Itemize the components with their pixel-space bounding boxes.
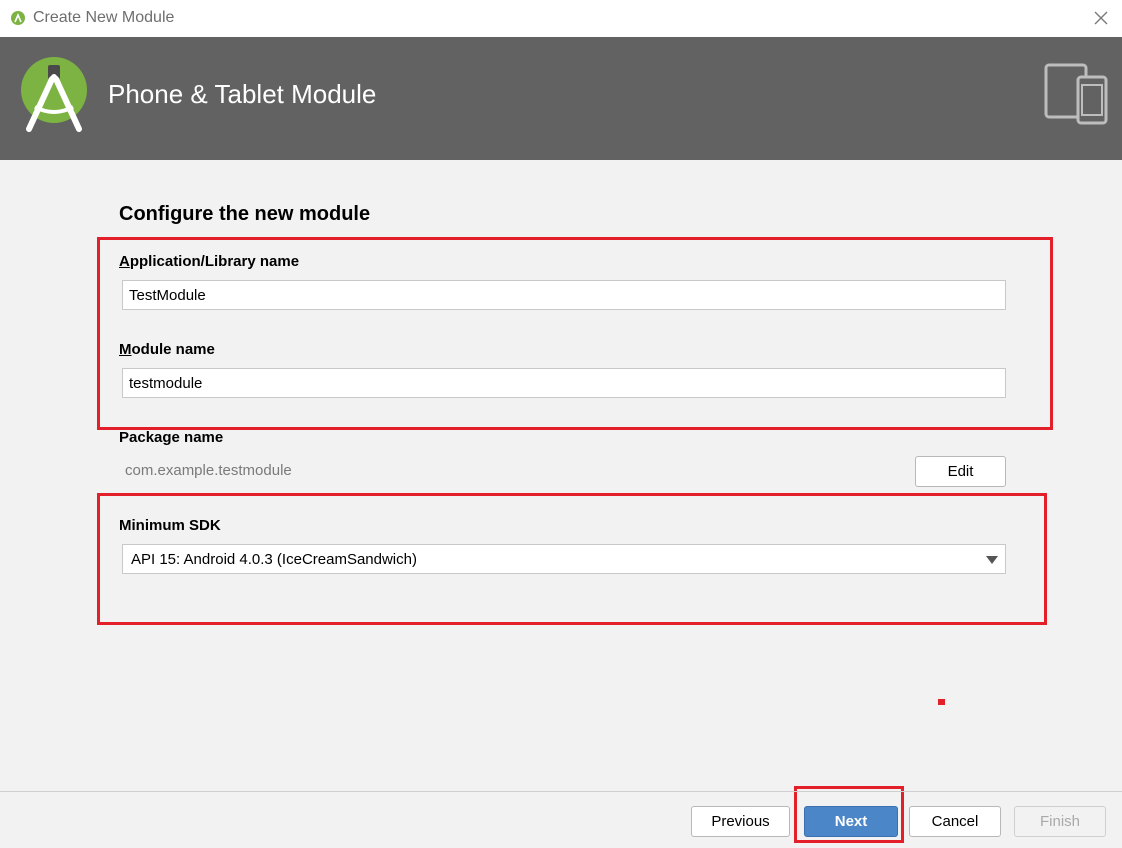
edit-package-button[interactable]: Edit: [915, 456, 1006, 487]
previous-button[interactable]: Previous: [691, 806, 790, 837]
highlight-box-sdk: [97, 493, 1047, 625]
banner-title: Phone & Tablet Module: [108, 79, 377, 109]
package-name-label: Package name: [119, 429, 224, 446]
window-titlebar: Create New Module: [0, 0, 1122, 37]
page-title: Configure the new module: [119, 203, 371, 225]
package-name-value: com.example.testmodule: [125, 462, 292, 479]
footer-divider: [0, 791, 1122, 792]
close-icon[interactable]: [1090, 7, 1112, 29]
next-button[interactable]: Next: [804, 806, 898, 837]
phone-tablet-icon: [1044, 63, 1108, 125]
cancel-button[interactable]: Cancel: [909, 806, 1001, 837]
header-banner: Phone & Tablet Module: [0, 37, 1122, 160]
annotation-dot: [938, 699, 945, 705]
finish-button: Finish: [1014, 806, 1106, 837]
android-studio-logo-icon: [21, 57, 87, 132]
highlight-box-names: [97, 237, 1053, 430]
window-title: Create New Module: [33, 9, 175, 26]
android-studio-icon: [11, 11, 25, 25]
